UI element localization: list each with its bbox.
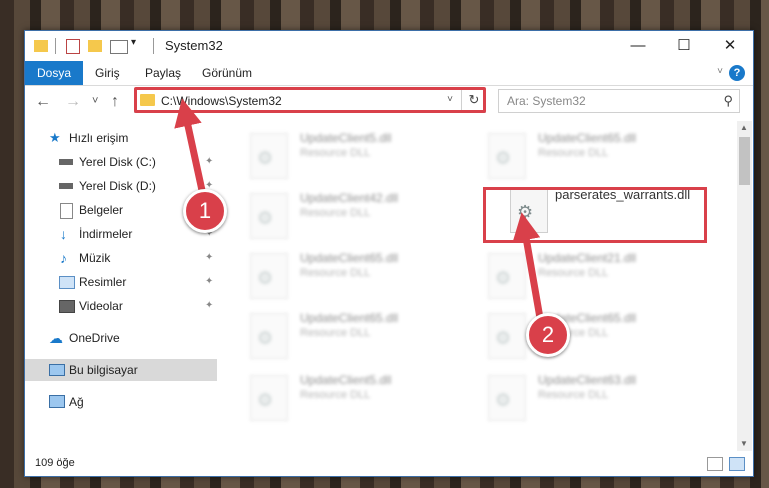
step-1-badge: 1 (183, 189, 227, 233)
arrow-1 (174, 98, 207, 199)
arrow-2 (512, 212, 544, 322)
annotation-arrows (174, 98, 544, 322)
step-2-badge: 2 (526, 313, 570, 357)
